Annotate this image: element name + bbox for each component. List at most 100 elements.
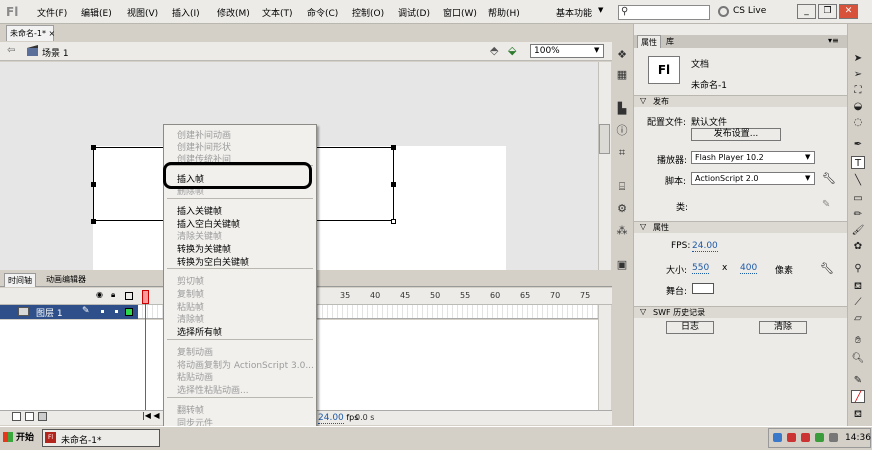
new-layer-icon[interactable] [12, 412, 21, 421]
zoom-select[interactable]: 100% [530, 44, 604, 58]
transform-handle[interactable] [91, 145, 96, 150]
section-expand-icon[interactable]: ▽ [640, 307, 646, 316]
fill-color-icon[interactable]: ╱ [851, 390, 865, 403]
delete-layer-icon[interactable] [38, 412, 47, 421]
layer-name[interactable]: 图层 1 [36, 306, 63, 319]
cs-live-icon[interactable] [718, 6, 729, 17]
timeline-scrollbar[interactable] [598, 305, 611, 410]
menu-commands[interactable]: 命令(C) [307, 6, 338, 19]
eyedropper-icon[interactable]: ⟋ [851, 296, 865, 309]
menu-clear-frames[interactable]: 清除帧 [177, 312, 204, 325]
paint-bucket-small-icon[interactable]: ⛾ [851, 408, 865, 421]
transform-icon[interactable]: ⌗ [615, 146, 629, 160]
publish-settings-button[interactable]: 发布设置... [691, 128, 781, 141]
menu-convert-keyframes[interactable]: 转换为关键帧 [177, 242, 231, 255]
restore-button[interactable]: ❐ [818, 4, 837, 19]
scrollbar-thumb[interactable] [599, 124, 610, 154]
network-icon[interactable] [773, 433, 782, 442]
transform-handle[interactable] [91, 219, 96, 224]
stroke-color-icon[interactable]: ✎ [851, 374, 865, 387]
stage-scrollbar[interactable] [598, 62, 611, 270]
document-tab[interactable]: 未命名-1* × [6, 25, 56, 41]
selection-tool-icon[interactable]: ➤ [851, 52, 865, 65]
section-expand-icon[interactable]: ▽ [640, 96, 646, 105]
paint-bucket-icon[interactable]: ⛾ [851, 280, 865, 293]
fps-value[interactable]: 24.00 [318, 413, 344, 424]
edit-scene-icon[interactable]: ⬙ [508, 44, 516, 57]
menu-clear-keyframe[interactable]: 清除关键帧 [177, 229, 222, 242]
transform-handle[interactable] [391, 219, 396, 224]
start-button[interactable]: 开始 [2, 429, 38, 447]
cs-live-button[interactable]: CS Live [733, 6, 766, 16]
hand-tool-icon[interactable]: ✋︎ [851, 334, 865, 347]
fps-field[interactable]: 24.00 [692, 241, 718, 252]
tab-timeline[interactable]: 时间轴 [4, 273, 36, 287]
wrench-icon[interactable]: 🔧︎ [820, 262, 834, 275]
menu-edit[interactable]: 编辑(E) [81, 6, 112, 19]
components-icon[interactable]: ⚙ [615, 202, 629, 216]
chevron-down-icon[interactable]: ▼ [598, 6, 603, 14]
update-icon[interactable] [815, 433, 824, 442]
info-icon[interactable]: ⓘ [615, 124, 629, 138]
height-field[interactable]: 400 [740, 263, 758, 274]
menu-view[interactable]: 视图(V) [127, 6, 158, 19]
motion-presets-icon[interactable]: ⁂ [615, 224, 629, 238]
clear-button[interactable]: 清除 [759, 321, 807, 334]
menu-debug[interactable]: 调试(D) [398, 6, 430, 19]
pencil-tool-icon[interactable]: ✏ [851, 208, 865, 221]
back-arrow-icon[interactable]: ⇦ [7, 45, 15, 56]
menu-insert[interactable]: 插入(I) [172, 6, 200, 19]
brush-tool-icon[interactable]: 🖌︎ [851, 224, 865, 237]
menu-copy-frames[interactable]: 复制帧 [177, 287, 204, 300]
menu-file[interactable]: 文件(F) [37, 6, 67, 19]
tab-motion-editor[interactable]: 动画编辑器 [43, 273, 89, 287]
workspace-switcher[interactable]: 基本功能 [556, 6, 592, 19]
panel-menu-icon[interactable]: ▾≡ [828, 36, 839, 45]
layer-visible-dot[interactable] [101, 310, 104, 313]
menu-paste-motion[interactable]: 粘贴动画 [177, 370, 213, 383]
log-button[interactable]: 日志 [666, 321, 714, 334]
layer-outline-color[interactable] [125, 308, 133, 316]
script-select[interactable]: ActionScript 2.0 [691, 172, 815, 185]
fps-readout[interactable]: 24.00 fps [318, 413, 358, 424]
player-select[interactable]: Flash Player 10.2 [691, 151, 815, 164]
transform-handle[interactable] [391, 145, 396, 150]
chevron-down-icon[interactable]: ▼ [805, 153, 810, 161]
swatches-icon[interactable]: ▦ [615, 68, 629, 82]
search-input[interactable] [618, 5, 710, 20]
menu-help[interactable]: 帮助(H) [488, 6, 520, 19]
close-button[interactable]: ✕ [839, 4, 858, 19]
3d-rotation-icon[interactable]: ◒ [851, 100, 865, 113]
antivirus-icon[interactable] [801, 433, 810, 442]
line-tool-icon[interactable]: ╲ [851, 174, 865, 187]
color-icon[interactable]: ❖ [615, 48, 629, 62]
wrench-icon[interactable]: 🔧︎ [822, 172, 836, 185]
rectangle-tool-icon[interactable]: ▭ [851, 192, 865, 205]
menu-cut-frames[interactable]: 剪切帧 [177, 274, 204, 287]
taskbar-app-button[interactable]: 未命名-1* [42, 429, 160, 447]
bone-tool-icon[interactable]: ⚲ [851, 262, 865, 275]
menu-convert-blank-keyframes[interactable]: 转换为空白关键帧 [177, 255, 249, 268]
pencil-icon[interactable]: ✎ [822, 199, 830, 210]
transform-handle[interactable] [91, 182, 96, 187]
pen-tool-icon[interactable]: ✒ [851, 138, 865, 151]
width-field[interactable]: 550 [692, 263, 710, 274]
chevron-down-icon[interactable]: ▼ [594, 46, 599, 54]
lasso-icon[interactable]: ◌ [851, 116, 865, 129]
frame-navigation[interactable]: |◀ ◀ [142, 411, 160, 420]
volume-icon[interactable] [829, 433, 838, 442]
eye-icon[interactable]: ◉ [96, 290, 103, 299]
playhead[interactable] [142, 290, 149, 304]
scene-panel-icon[interactable]: ▣ [615, 258, 629, 272]
new-folder-icon[interactable] [25, 412, 34, 421]
menu-select-all-frames[interactable]: 选择所有帧 [177, 325, 222, 338]
zoom-tool-icon[interactable]: 🔍︎ [851, 352, 865, 365]
deco-tool-icon[interactable]: ✿ [851, 240, 865, 253]
tab-library[interactable]: 库 [666, 36, 674, 47]
menu-text[interactable]: 文本(T) [262, 6, 293, 19]
menu-modify[interactable]: 修改(M) [217, 6, 250, 19]
eraser-icon[interactable]: ▱ [851, 312, 865, 325]
close-icon[interactable]: × [49, 29, 56, 38]
menu-copy-motion[interactable]: 复制动画 [177, 345, 213, 358]
menu-control[interactable]: 控制(O) [352, 6, 384, 19]
